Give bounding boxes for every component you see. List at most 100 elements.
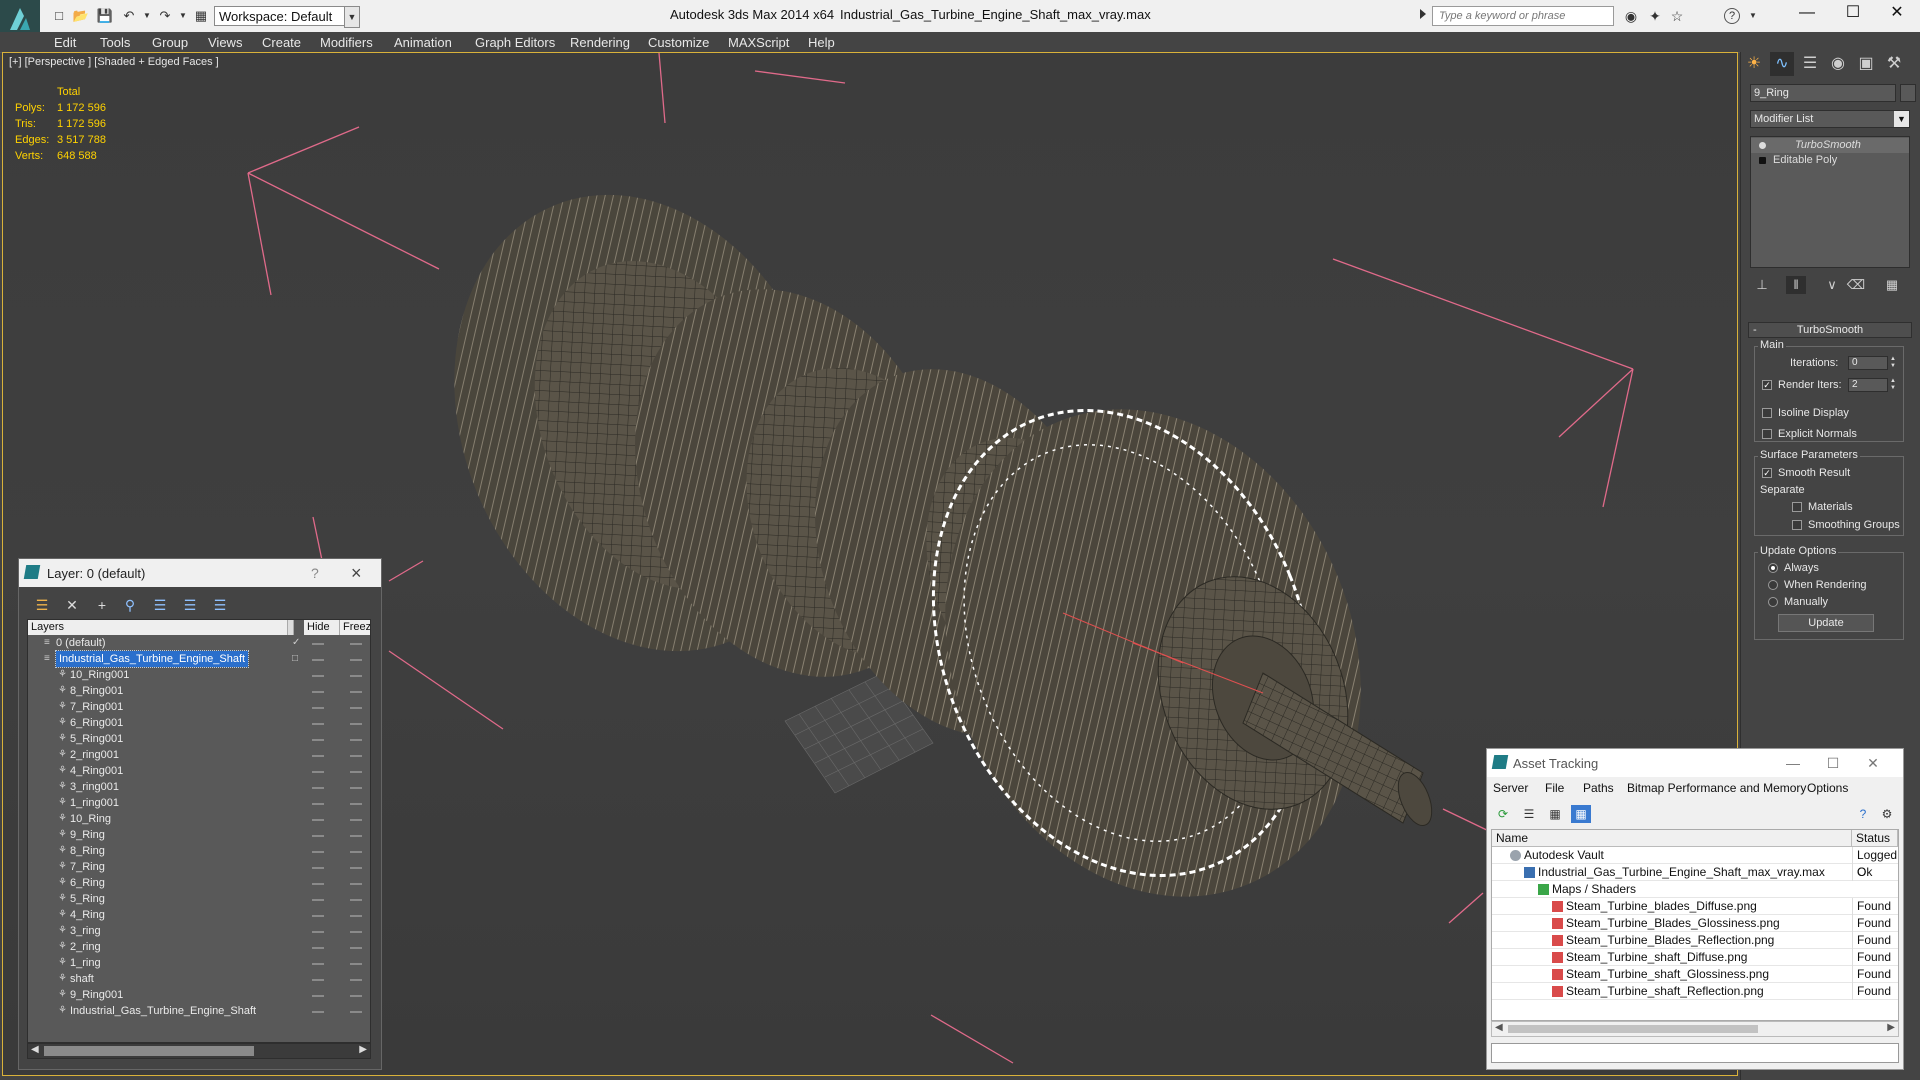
turbosmooth-rollout-header[interactable]: - TurboSmooth xyxy=(1748,322,1912,338)
minimize-button[interactable]: — xyxy=(1784,0,1830,28)
column-header-layers[interactable]: Layers xyxy=(28,620,288,635)
scroll-left-icon[interactable]: ◀ xyxy=(1495,1022,1503,1033)
freeze-all-layers-icon[interactable]: ☰ xyxy=(209,595,231,615)
freeze-toggle[interactable] xyxy=(350,835,362,837)
scroll-right-icon[interactable]: ▶ xyxy=(1887,1022,1895,1033)
star-search-icon[interactable]: ✦ xyxy=(1646,8,1664,24)
menu-tools[interactable]: Tools xyxy=(100,35,130,50)
asset-row[interactable]: Steam_Turbine_shaft_Glossiness.png Found xyxy=(1492,966,1898,983)
pin-stack-icon[interactable]: ⊥ xyxy=(1752,276,1772,294)
spinner-arrows-icon[interactable]: ▲ ▼ xyxy=(1888,356,1898,370)
undo-dropdown-icon[interactable]: ▼ xyxy=(138,7,156,25)
hide-toggle[interactable] xyxy=(312,803,324,805)
asset-menu-options[interactable]: Options xyxy=(1807,781,1848,795)
remove-modifier-icon[interactable]: ⌫ xyxy=(1846,276,1866,294)
asset-menu-paths[interactable]: Paths xyxy=(1583,781,1614,795)
context-help-icon[interactable]: ⚙ xyxy=(1877,805,1897,823)
layer-object-row[interactable]: ⚘ shaft xyxy=(28,971,370,987)
hide-toggle[interactable] xyxy=(312,755,324,757)
hide-toggle[interactable] xyxy=(312,995,324,997)
freeze-toggle[interactable] xyxy=(350,915,362,917)
close-icon[interactable]: × xyxy=(351,563,362,584)
show-end-result-icon[interactable]: ‖ xyxy=(1786,276,1806,294)
when-rendering-radio[interactable] xyxy=(1768,580,1778,590)
close-button[interactable]: ✕ xyxy=(1874,0,1920,28)
layer-object-row[interactable]: ⚘ 3_ring xyxy=(28,923,370,939)
layer-object-row[interactable]: ⚘ 6_Ring001 xyxy=(28,715,370,731)
asset-row[interactable]: Steam_Turbine_Blades_Glossiness.png Found xyxy=(1492,915,1898,932)
freeze-toggle[interactable] xyxy=(350,739,362,741)
layer-row[interactable]: ≡ Industrial_Gas_Turbine_Engine_Shaft □ xyxy=(28,650,370,668)
stack-item-turbosmooth[interactable]: TurboSmooth xyxy=(1751,138,1909,153)
delete-layer-icon[interactable]: ✕ xyxy=(61,595,83,615)
redo-dropdown-icon[interactable]: ▼ xyxy=(174,7,192,25)
hide-toggle[interactable] xyxy=(312,851,324,853)
layer-object-row[interactable]: ⚘ 2_ring xyxy=(28,939,370,955)
asset-menu-bitmap-performance[interactable]: Bitmap Performance and Memory xyxy=(1627,781,1806,795)
help-icon[interactable]: ? xyxy=(1724,8,1740,24)
freeze-toggle[interactable] xyxy=(350,803,362,805)
update-button[interactable]: Update xyxy=(1778,614,1874,632)
layer-dialog-title-bar[interactable]: Layer: 0 (default) ? × xyxy=(19,559,381,587)
layer-object-row[interactable]: ⚘ 5_Ring001 xyxy=(28,731,370,747)
new-file-icon[interactable]: □ xyxy=(50,7,68,25)
render-iters-checkbox[interactable]: ✓ xyxy=(1762,380,1772,390)
freeze-toggle[interactable] xyxy=(350,723,362,725)
freeze-toggle[interactable] xyxy=(350,659,362,661)
hierarchy-tab-icon[interactable]: ☰ xyxy=(1798,52,1822,76)
menu-create[interactable]: Create xyxy=(262,35,301,50)
help-icon[interactable]: ? xyxy=(311,565,319,581)
minimize-icon[interactable]: — xyxy=(1773,751,1813,775)
asset-dialog-title-bar[interactable]: Asset Tracking — ☐ ✕ xyxy=(1487,749,1903,777)
search-input[interactable]: Type a keyword or phrase xyxy=(1432,6,1614,26)
set-current-layer-icon[interactable]: □ xyxy=(292,654,302,664)
freeze-toggle[interactable] xyxy=(350,1011,362,1013)
column-header-status[interactable]: Status xyxy=(1852,830,1898,847)
freeze-toggle[interactable] xyxy=(350,787,362,789)
hide-toggle[interactable] xyxy=(312,723,324,725)
modify-tab-icon[interactable]: ∿ xyxy=(1770,52,1794,76)
make-unique-icon[interactable]: ∨ xyxy=(1822,276,1842,294)
freeze-toggle[interactable] xyxy=(350,947,362,949)
hide-toggle[interactable] xyxy=(312,739,324,741)
utilities-tab-icon[interactable]: ⚒ xyxy=(1882,52,1906,76)
manually-radio[interactable] xyxy=(1768,597,1778,607)
create-tab-icon[interactable]: ☀ xyxy=(1742,52,1766,76)
freeze-toggle[interactable] xyxy=(350,851,362,853)
asset-row[interactable]: Maps / Shaders xyxy=(1492,881,1898,898)
hide-toggle[interactable] xyxy=(312,947,324,949)
asset-row[interactable]: Industrial_Gas_Turbine_Engine_Shaft_max_… xyxy=(1492,864,1898,881)
layer-object-row[interactable]: ⚘ 1_ring xyxy=(28,955,370,971)
display-tab-icon[interactable]: ▣ xyxy=(1854,52,1878,76)
smooth-result-checkbox[interactable]: ✓ xyxy=(1762,468,1772,478)
hide-toggle[interactable] xyxy=(312,915,324,917)
asset-menu-file[interactable]: File xyxy=(1545,781,1564,795)
scroll-right-icon[interactable]: ▶ xyxy=(359,1044,367,1055)
column-header-freeze[interactable]: Freeze xyxy=(340,620,370,635)
maximize-button[interactable]: ☐ xyxy=(1830,0,1876,28)
hide-toggle[interactable] xyxy=(312,771,324,773)
spinner-arrows-icon[interactable]: ▲ ▼ xyxy=(1888,378,1898,392)
menu-rendering[interactable]: Rendering xyxy=(570,35,630,50)
scrollbar-thumb[interactable] xyxy=(1508,1025,1758,1033)
materials-checkbox[interactable] xyxy=(1792,502,1802,512)
layer-object-row[interactable]: ⚘ 10_Ring xyxy=(28,811,370,827)
freeze-toggle[interactable] xyxy=(350,883,362,885)
help-dropdown-icon[interactable]: ▼ xyxy=(1744,8,1762,24)
motion-tab-icon[interactable]: ◉ xyxy=(1826,52,1850,76)
render-iters-spinner[interactable]: 2 xyxy=(1848,378,1888,392)
menu-help[interactable]: Help xyxy=(808,35,835,50)
layer-object-row[interactable]: ⚘ 8_Ring001 xyxy=(28,683,370,699)
active-layer-check-icon[interactable]: ✓ xyxy=(292,638,302,648)
layer-object-row[interactable]: ⚘ 1_ring001 xyxy=(28,795,370,811)
menu-graph-editors[interactable]: Graph Editors xyxy=(475,35,555,50)
layer-object-row[interactable]: ⚘ 3_ring001 xyxy=(28,779,370,795)
hide-toggle[interactable] xyxy=(312,835,324,837)
search-expand-icon[interactable] xyxy=(1420,9,1426,19)
asset-row[interactable]: Steam_Turbine_Blades_Reflection.png Found xyxy=(1492,932,1898,949)
hide-toggle[interactable] xyxy=(312,707,324,709)
layer-object-row[interactable]: ⚘ 9_Ring xyxy=(28,827,370,843)
scrollbar-thumb[interactable] xyxy=(44,1046,254,1056)
layer-object-row[interactable]: ⚘ 10_Ring001 xyxy=(28,667,370,683)
scroll-left-icon[interactable]: ◀ xyxy=(31,1044,39,1055)
